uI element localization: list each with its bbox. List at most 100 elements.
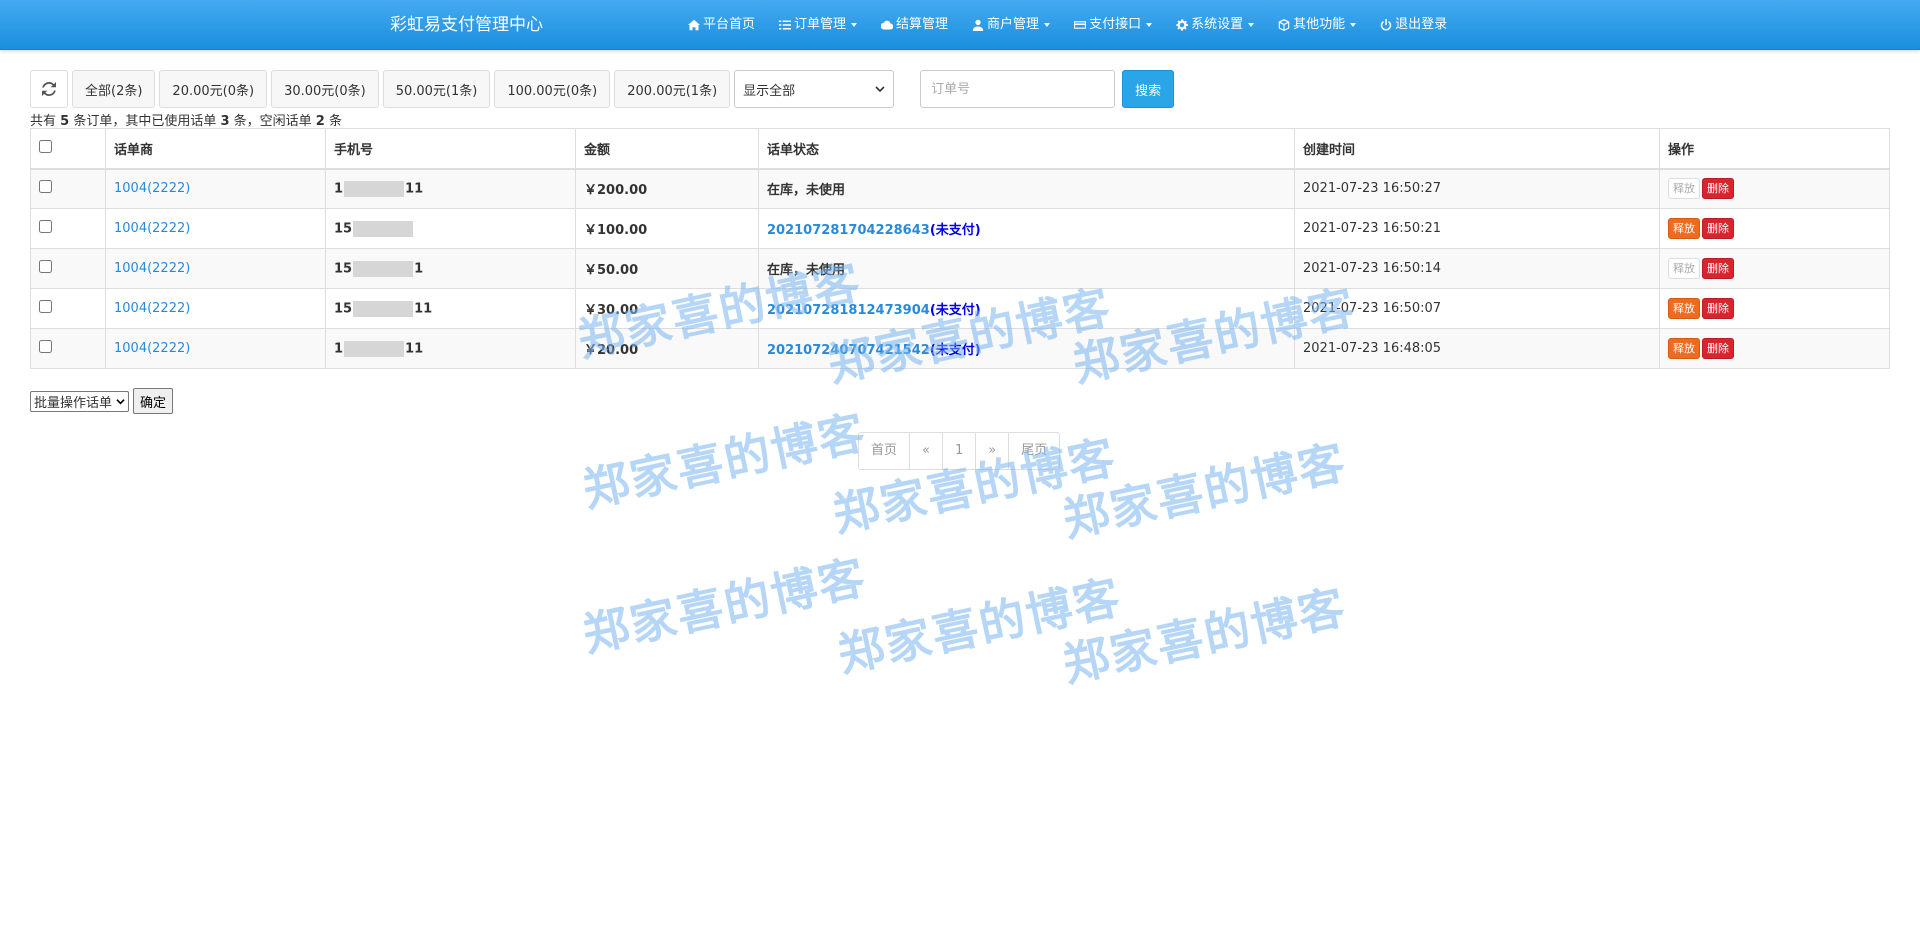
nav-item-label: 订单管理: [794, 17, 847, 32]
status-cell: 在库，未使用: [758, 168, 1295, 209]
page-current[interactable]: 1: [941, 432, 977, 470]
amount-filter-button[interactable]: 30.00元(0条): [271, 70, 379, 108]
page-last[interactable]: 尾页: [1008, 432, 1061, 470]
merchant-cell: 1004(2222): [105, 328, 326, 369]
user-icon: [972, 19, 984, 31]
page-prev[interactable]: «: [909, 432, 943, 470]
merchant-link[interactable]: 1004(2222): [114, 221, 190, 236]
watermark-text: 郑家喜的博客: [578, 404, 872, 518]
delete-button[interactable]: 删除: [1702, 338, 1734, 359]
header-merchant: 话单商: [105, 128, 326, 170]
brand-title[interactable]: 彩虹易支付管理中心: [390, 0, 543, 50]
caret-down-icon: [1350, 23, 1357, 27]
order-search-input[interactable]: [920, 70, 1116, 108]
status-cell: 202107281704228643(未支付): [758, 208, 1295, 249]
nav-item-label: 平台首页: [703, 17, 756, 32]
nav-item-cube[interactable]: 其他功能: [1266, 0, 1368, 50]
search-button[interactable]: 搜索: [1122, 70, 1175, 108]
amount-filter-button[interactable]: 100.00元(0条): [494, 70, 611, 108]
redacted-phone: [353, 220, 414, 237]
amount-cell: ￥20.00: [575, 328, 759, 369]
created-time-cell: 2021-07-23 16:50:07: [1294, 288, 1660, 329]
power-icon: [1380, 19, 1392, 31]
delete-button[interactable]: 删除: [1702, 178, 1734, 200]
merchant-cell: 1004(2222): [105, 248, 326, 289]
row-checkbox[interactable]: [39, 220, 52, 233]
unpaid-status: (未支付): [929, 303, 981, 318]
amount-filter-button[interactable]: 50.00元(1条): [382, 70, 491, 108]
phone-cell: 15: [325, 208, 576, 249]
header-amount: 金额: [575, 128, 759, 170]
caret-down-icon: [851, 23, 858, 27]
delete-button[interactable]: 删除: [1702, 218, 1734, 239]
release-button[interactable]: 释放: [1668, 258, 1700, 279]
row-checkbox[interactable]: [39, 260, 52, 273]
row-checkbox[interactable]: [39, 300, 52, 313]
header-select-all: [30, 128, 106, 170]
amount-cell: ￥50.00: [575, 248, 759, 289]
redacted-phone: [353, 300, 414, 317]
phone-cell: 15 1: [325, 248, 576, 289]
actions-cell: 释放 删除: [1659, 248, 1890, 289]
page-next[interactable]: »: [975, 432, 1010, 470]
amount-value: ￥50.00: [584, 263, 639, 278]
amount-cell: ￥100.00: [575, 208, 759, 249]
batch-confirm-button[interactable]: 确定: [133, 388, 174, 414]
merchant-link[interactable]: 1004(2222): [114, 301, 190, 316]
header-status: 话单状态: [758, 128, 1295, 170]
nav-item-label: 支付接口: [1089, 17, 1142, 32]
nav-item-list[interactable]: 订单管理: [767, 0, 869, 50]
header-actions: 操作: [1659, 128, 1890, 170]
merchant-link[interactable]: 1004(2222): [114, 181, 190, 196]
amount-filter-button[interactable]: 全部(2条): [72, 70, 156, 108]
release-button[interactable]: 释放: [1668, 298, 1700, 319]
batch-actions: 批量操作话单 确定: [30, 388, 174, 414]
nav-item-home[interactable]: 平台首页: [676, 0, 767, 50]
nav-item-label: 系统设置: [1191, 17, 1244, 32]
nav-item-power[interactable]: 退出登录: [1368, 0, 1459, 50]
watermark-text: 郑家喜的博客: [1058, 434, 1352, 548]
created-time-cell: 2021-07-23 16:50:21: [1294, 208, 1660, 249]
merchant-cell: 1004(2222): [105, 168, 326, 209]
order-number-link[interactable]: 202107281812473904: [767, 303, 930, 318]
release-button[interactable]: 释放: [1668, 178, 1700, 200]
nav-item-gear[interactable]: 系统设置: [1164, 0, 1266, 50]
amount-value: ￥30.00: [584, 303, 639, 318]
release-button[interactable]: 释放: [1668, 218, 1700, 239]
unpaid-status: (未支付): [929, 223, 981, 238]
page-first[interactable]: 首页: [858, 432, 911, 470]
nav-item-label: 其他功能: [1293, 17, 1346, 32]
merchant-link[interactable]: 1004(2222): [114, 341, 190, 356]
row-checkbox[interactable]: [39, 180, 52, 194]
delete-button[interactable]: 删除: [1702, 258, 1734, 279]
display-filter-select[interactable]: 显示全部: [734, 70, 895, 108]
table-row: 1004(2222) 1 11 ￥20.00 202107240707421542(未支…: [30, 328, 1890, 369]
order-number-link[interactable]: 202107281704228643: [767, 223, 930, 238]
order-number-link[interactable]: 202107240707421542: [767, 343, 930, 358]
phone-prefix: 15: [334, 261, 353, 276]
order-summary: 共有 5 条订单，其中已使用话单 3 条，空闲话单 2 条: [30, 110, 342, 129]
nav-item-credit-card[interactable]: 支付接口: [1062, 0, 1164, 50]
row-select-cell: [30, 248, 106, 289]
merchant-link[interactable]: 1004(2222): [114, 261, 190, 276]
caret-down-icon: [1248, 23, 1255, 27]
phone-suffix: 11: [405, 181, 424, 197]
amount-filter-button[interactable]: 20.00元(0条): [159, 70, 268, 108]
list-icon: [779, 20, 792, 30]
phone-prefix: 15: [334, 301, 353, 316]
redacted-phone: [344, 340, 405, 357]
row-checkbox[interactable]: [39, 340, 52, 353]
created-time: 2021-07-23 16:48:05: [1303, 341, 1442, 356]
batch-action-select[interactable]: 批量操作话单: [30, 390, 130, 412]
nav-item-user[interactable]: 商户管理: [960, 0, 1062, 50]
amount-filter-button[interactable]: 200.00元(1条): [614, 70, 731, 108]
nav-menu: 平台首页 订单管理 结算管理 商户管理 支付接口 系统设置 其他功能 退出登录: [676, 0, 1459, 50]
phone-suffix: 1: [414, 261, 424, 276]
nav-item-cloud[interactable]: 结算管理: [869, 0, 960, 50]
release-button[interactable]: 释放: [1668, 338, 1700, 359]
credit-card-icon: [1074, 21, 1087, 29]
select-all-checkbox[interactable]: [39, 139, 52, 153]
refresh-button[interactable]: [30, 70, 68, 108]
delete-button[interactable]: 删除: [1702, 298, 1734, 319]
header-phone: 手机号: [325, 128, 576, 170]
